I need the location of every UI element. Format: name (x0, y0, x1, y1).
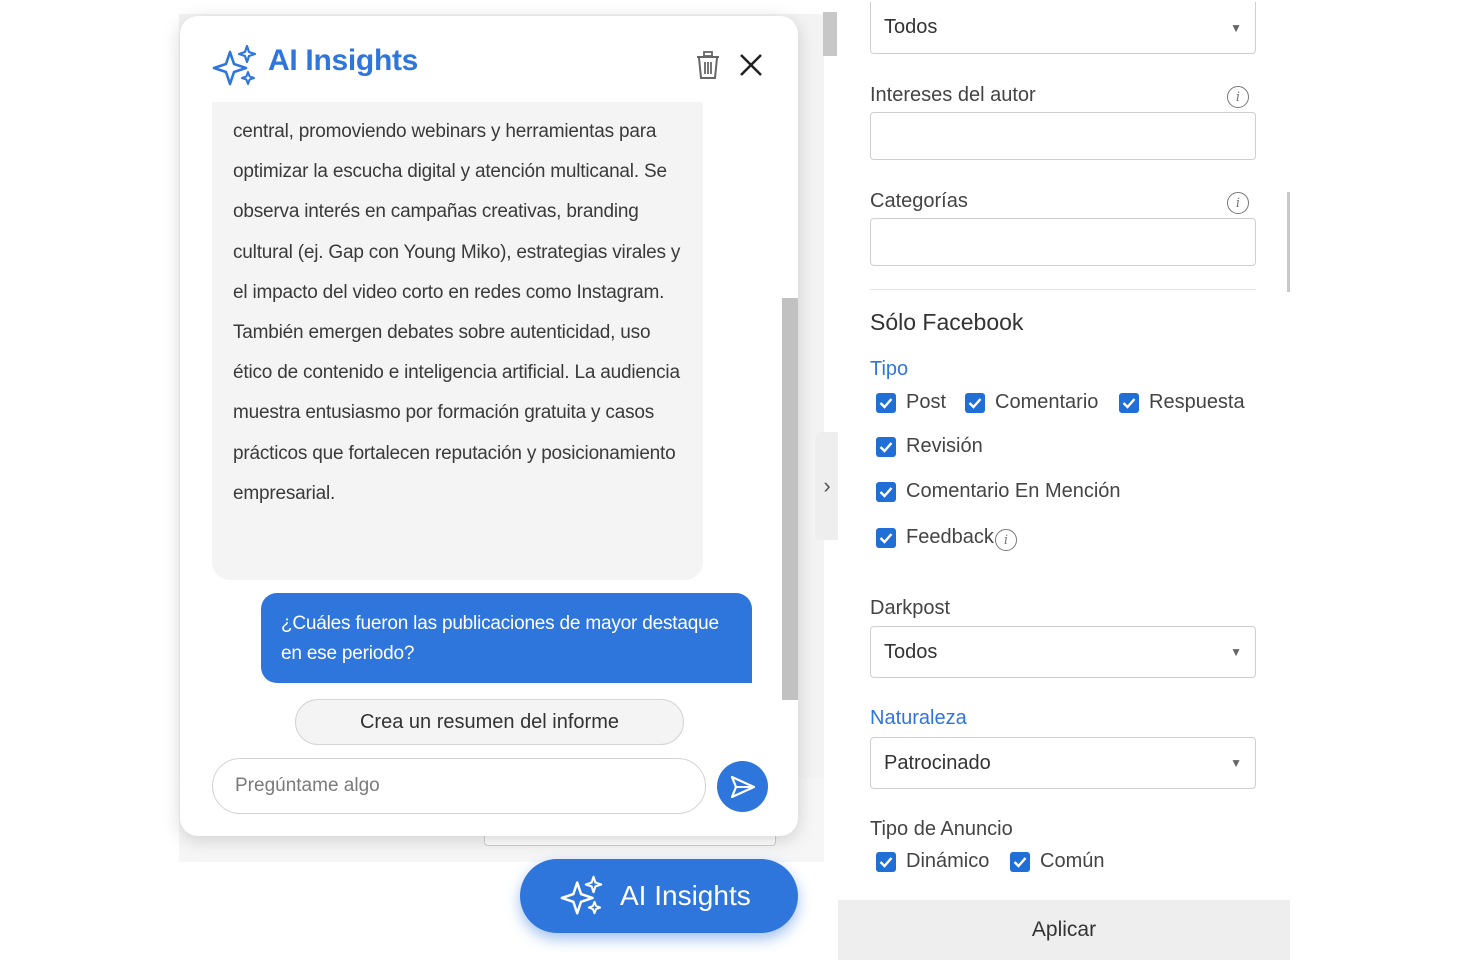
checkbox-post[interactable]: Post (876, 391, 946, 414)
checkbox-comun[interactable]: Común (1010, 850, 1104, 873)
checkbox-label: Revisión (906, 435, 983, 457)
chat-input[interactable] (212, 758, 706, 814)
darkpost-label: Darkpost (870, 597, 951, 619)
top-select-value: Todos (884, 16, 938, 38)
divider (870, 289, 1256, 290)
checkbox-checked-icon (876, 527, 896, 548)
ad-type-label: Tipo de Anuncio (870, 818, 1013, 840)
ai-insights-fab-button[interactable]: AI Insights (520, 859, 798, 933)
chevron-right-icon: › (823, 473, 831, 498)
fab-label: AI Insights (620, 880, 751, 911)
checkbox-checked-icon (1119, 392, 1139, 413)
chevron-down-icon: ▼ (1230, 756, 1242, 770)
checkbox-label: Post (906, 391, 947, 413)
collapse-panel-tab[interactable]: › (815, 432, 839, 540)
naturaleza-select-value: Patrocinado (884, 751, 991, 774)
checkbox-comentario-en-mencion[interactable]: Comentario En Mención (876, 480, 1121, 503)
suggestion-chip[interactable]: Crea un resumen del informe (295, 699, 684, 745)
chevron-down-icon: ▼ (1230, 645, 1242, 659)
checkbox-checked-icon (876, 392, 896, 413)
chat-scrollbar-thumb[interactable] (782, 298, 798, 700)
checkbox-label: Respuesta (1149, 391, 1245, 413)
chat-header: AI Insights (180, 16, 798, 106)
checkbox-checked-icon (876, 436, 896, 457)
sparkles-icon (560, 875, 603, 915)
checkbox-label: Común (1040, 850, 1105, 872)
send-button[interactable] (717, 761, 768, 812)
tipo-label: Tipo (870, 358, 909, 380)
send-icon (730, 775, 755, 798)
checkbox-label: Comentario (995, 391, 1099, 413)
author-interests-label: Intereses del autor (870, 84, 1036, 106)
background-scrollbar[interactable] (823, 12, 837, 56)
checkbox-label: Feedback (906, 526, 994, 548)
darkpost-select[interactable]: Todos ▼ (870, 626, 1256, 678)
checkbox-revision[interactable]: Revisión (876, 435, 983, 458)
user-message-bubble: ¿Cuáles fueron las publicaciones de mayo… (261, 593, 752, 683)
apply-button[interactable]: Aplicar (838, 900, 1290, 960)
categories-input[interactable] (870, 218, 1256, 266)
trash-icon[interactable] (694, 50, 722, 80)
chat-title: AI Insights (268, 44, 419, 77)
author-interests-input[interactable] (870, 112, 1256, 160)
close-icon[interactable] (738, 52, 764, 78)
categories-label: Categorías (870, 190, 968, 212)
info-icon[interactable]: i (995, 529, 1017, 551)
top-select[interactable]: Todos ▼ (870, 2, 1256, 54)
ai-insights-chat-panel: AI Insights central, promoviendo webinar… (180, 16, 798, 836)
info-icon[interactable]: i (1227, 192, 1249, 214)
checkbox-label: Comentario En Mención (906, 480, 1121, 502)
section-title: Sólo Facebook (870, 309, 1024, 335)
info-icon[interactable]: i (1227, 86, 1249, 108)
naturaleza-select[interactable]: Patrocinado ▼ (870, 737, 1256, 789)
filter-panel-scrollbar[interactable] (1287, 192, 1290, 292)
checkbox-respuesta[interactable]: Respuesta (1119, 391, 1245, 414)
checkbox-checked-icon (965, 392, 985, 413)
chevron-down-icon: ▼ (1230, 20, 1242, 35)
naturaleza-label: Naturaleza (870, 707, 967, 729)
checkbox-checked-icon (1010, 851, 1030, 872)
checkbox-checked-icon (876, 851, 896, 872)
checkbox-label: Dinámico (906, 850, 990, 872)
darkpost-select-value: Todos (884, 640, 938, 663)
checkbox-checked-icon (876, 481, 896, 502)
sparkles-icon (212, 44, 257, 86)
checkbox-comentario[interactable]: Comentario (965, 391, 1098, 414)
checkbox-feedback[interactable]: Feedback (876, 526, 994, 549)
checkbox-dinamico[interactable]: Dinámico (876, 850, 989, 873)
ai-message-bubble: central, promoviendo webinars y herramie… (212, 102, 703, 580)
